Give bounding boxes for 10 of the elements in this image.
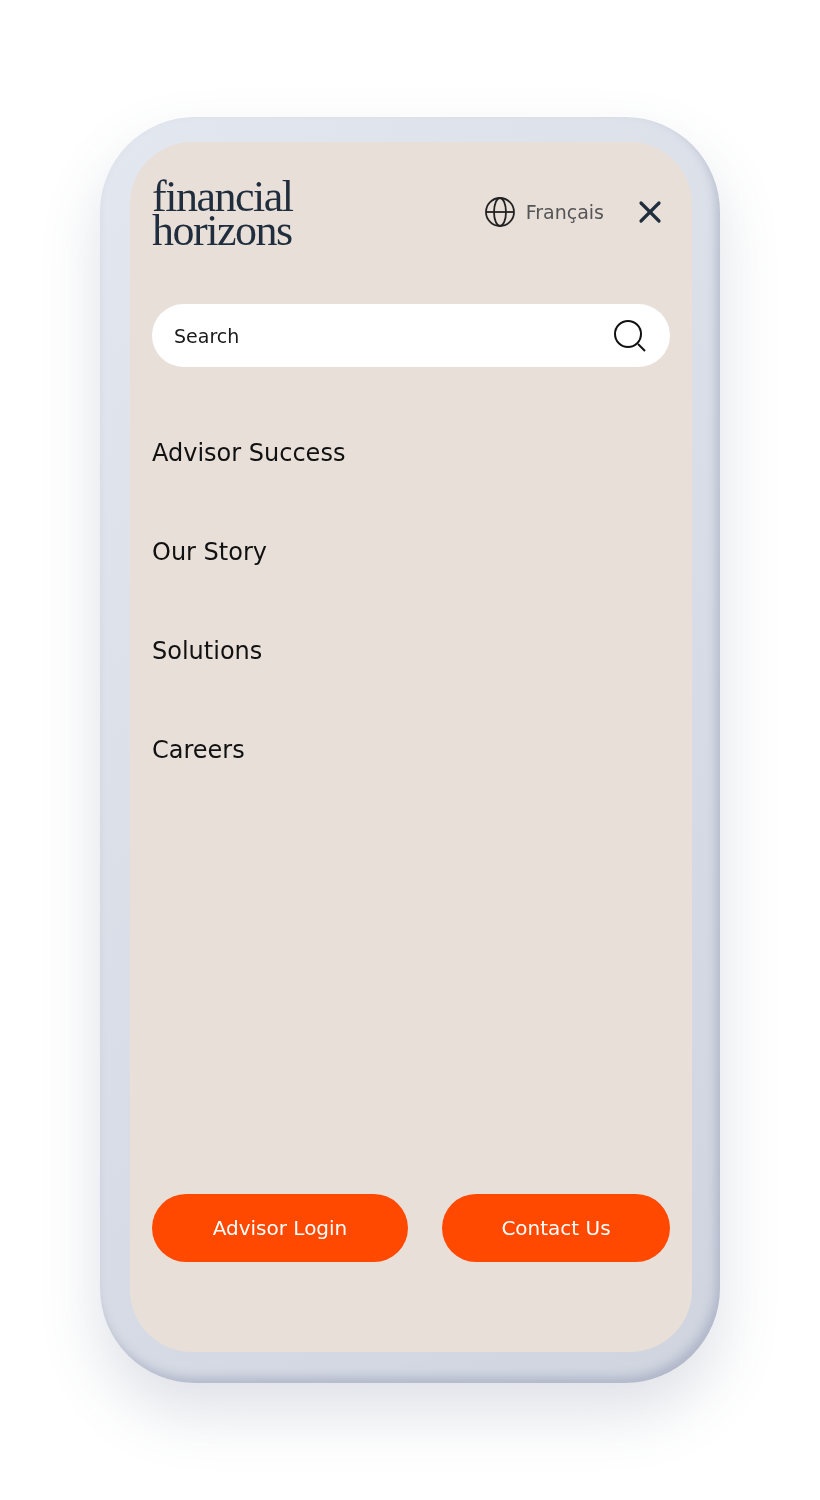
menu-item[interactable]: Careers [152, 736, 245, 765]
search-field[interactable]: Search [152, 304, 670, 367]
close-button[interactable] [638, 200, 662, 224]
menu-item[interactable]: Our Story [152, 538, 267, 567]
language-link[interactable]: Français [483, 196, 604, 228]
menu-item[interactable]: Solutions [152, 637, 263, 666]
globe-icon [483, 196, 516, 228]
search-icon[interactable] [612, 318, 648, 354]
menu-item[interactable]: Advisor Success [152, 439, 346, 468]
logo: financial horizons [152, 178, 293, 248]
